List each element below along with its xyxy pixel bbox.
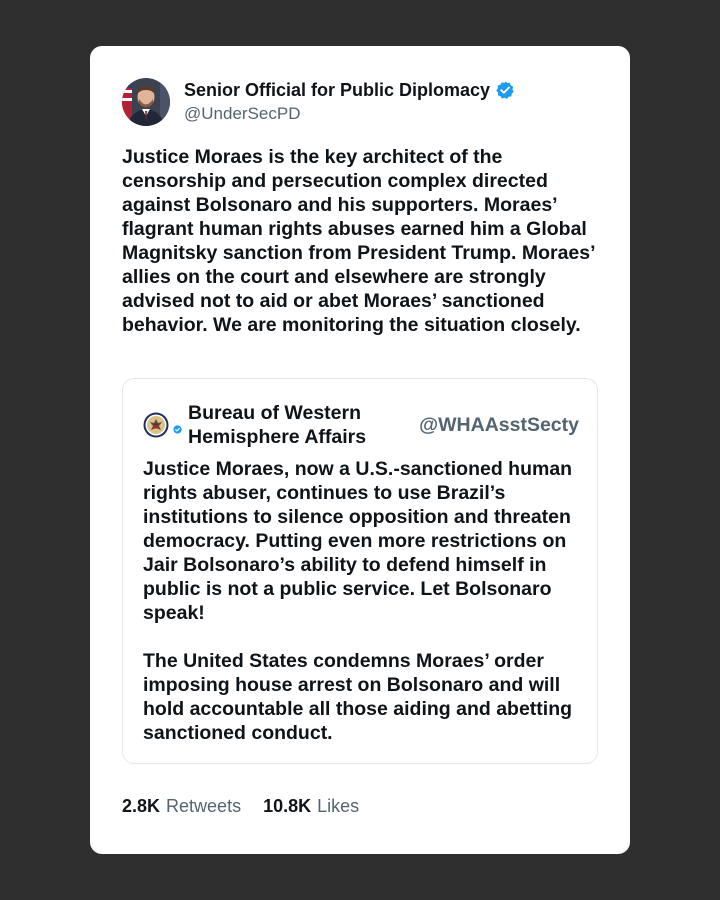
quoted-author-handle[interactable]: @WHAAsstSecty [419, 414, 579, 437]
quoted-verified-badge-icon [173, 421, 182, 434]
avatar[interactable] [122, 78, 170, 126]
state-department-seal-icon [143, 412, 169, 438]
quoted-tweet-header: Bureau of Western Hemisphere Affairs @WH… [143, 401, 579, 449]
likes-label: Likes [317, 796, 360, 816]
likes-count: 10.8K [263, 796, 312, 816]
quoted-tweet-text: Justice Moraes, now a U.S.-sanctioned hu… [143, 457, 583, 745]
author-handle[interactable]: @UnderSecPD [184, 103, 515, 125]
tweet-header: Senior Official for Public Diplomacy @Un… [122, 78, 515, 126]
retweets-stat[interactable]: 2.8K Retweets [122, 794, 241, 818]
author-display-name[interactable]: Senior Official for Public Diplomacy [184, 79, 490, 101]
quoted-author-display-name[interactable]: Bureau of Western Hemisphere Affairs [188, 401, 388, 449]
verified-badge-icon [495, 80, 515, 100]
tweet-stats: 2.8K Retweets 10.8K Likes [122, 794, 381, 818]
tweet-card: Senior Official for Public Diplomacy @Un… [90, 46, 630, 854]
quoted-tweet-paragraph: The United States condemns Moraes’ order… [143, 650, 573, 744]
retweets-label: Retweets [166, 796, 242, 816]
tweet-text: Justice Moraes is the key architect of t… [122, 146, 595, 336]
quoted-tweet-paragraph: Justice Moraes, now a U.S.-sanctioned hu… [143, 458, 573, 624]
retweets-count: 2.8K [122, 796, 161, 816]
quoted-tweet[interactable]: Bureau of Western Hemisphere Affairs @WH… [122, 378, 598, 764]
likes-stat[interactable]: 10.8K Likes [263, 794, 359, 818]
